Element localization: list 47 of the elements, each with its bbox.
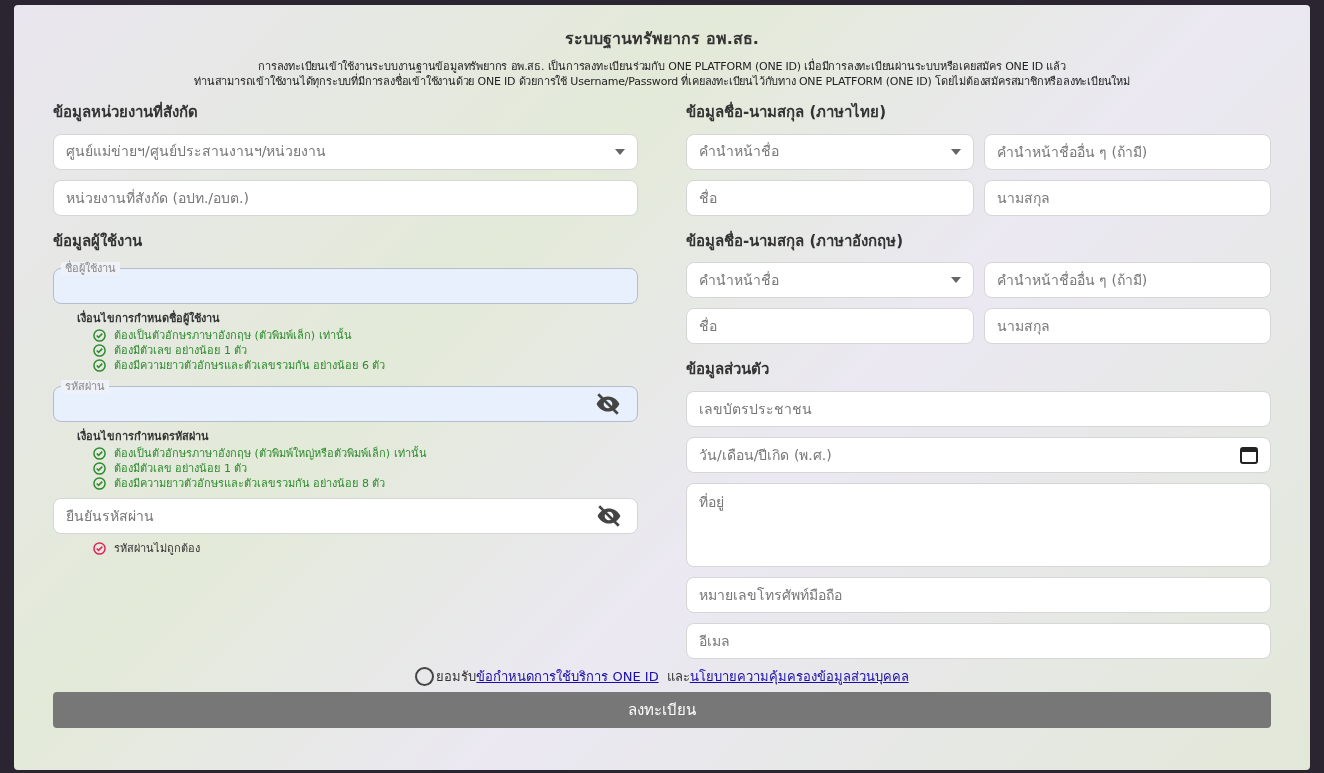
caret-icon (615, 148, 625, 155)
consent-text: ยอมรับ (436, 667, 477, 686)
section-heading: ข้อมูลผู้ใช้งาน (53, 230, 143, 252)
input-field[interactable]: อีเมล (686, 622, 1271, 659)
intro-text: ท่านสามารถเข้าใช้งานได้ทุกระบบที่มีการลงชื่อเข้าใช้งานด้วย ONE ID ด้วยการใช้ Username/Password ที่เคยลงทะเบียนไว้กับทาง ONE PLATFORM (ONE ID) โดยไม่ต้องสมัครสมาชิกหรือลงทะเบียนใหม่ (194, 74, 1130, 89)
rules-heading: เงื่อนไขการกำหนดรหัสผ่าน (77, 430, 210, 443)
section-heading: ข้อมูลชื่อ-นามสกุล (ภาษาไทย) (686, 101, 888, 124)
section-heading: ข้อมูลชื่อ-นามสกุล (ภาษาอังกฤษ) (686, 229, 905, 252)
floating-label: รหัสผ่าน (61, 380, 109, 394)
rule-text: ต้องเป็นตัวอักษรภาษาอังกฤษ (ตัวพิมพ์ใหญ่หรือตัวพิมพ์เล็ก) เท่านั้น (114, 447, 427, 460)
input-field[interactable]: เลขบัตรประชาชน (686, 390, 1271, 427)
consent-radio[interactable] (415, 666, 435, 686)
consent-text: และ (666, 667, 690, 684)
eye-slash-icon[interactable] (595, 393, 621, 415)
dropdown-field[interactable]: คำนำหน้าชื่อ (686, 262, 974, 298)
terms-link[interactable]: ข้อกำหนดการใช้บริการ ONE ID (476, 666, 659, 686)
rule-text: ต้องมีตัวเลข อย่างน้อย 1 ตัว (114, 462, 248, 475)
rule-text: ต้องมีความยาวตัวอักษรและตัวเลขรวมกัน อย่างน้อย 8 ตัว (114, 477, 386, 490)
rule-text: ต้องเป็นตัวอักษรภาษาอังกฤษ (ตัวพิมพ์เล็ก) เท่านั้น (114, 329, 352, 342)
dropdown-field[interactable]: คำนำหน้าชื่อ (686, 133, 974, 170)
input-field[interactable]: ชื่อ (686, 308, 974, 344)
caret-icon (950, 277, 961, 283)
address-field[interactable]: ที่อยู่ (686, 482, 1271, 567)
rule-text: รหัสผ่านไม่ถูกต้อง (114, 542, 200, 555)
input-field[interactable]: ชื่อ (686, 179, 974, 216)
date-field[interactable]: วัน/เดือน/ปีเกิด (พ.ศ.) (686, 436, 1271, 473)
intro-text: การลงทะเบียนเข้าใช้งานระบบงานฐานข้อมูลทรัพยากร อพ.สธ. เป็นการลงทะเบียนร่วมกับ ONE PLATFORM (ONE ID) เมื่อมีการลงทะเบียนผ่านระบบหรือเคยสมัคร ONE ID แล้ว (258, 59, 1066, 74)
password-field[interactable]: ยืนยันรหัสผ่าน (53, 498, 638, 534)
register-button[interactable]: ลงทะเบียน (53, 692, 1271, 728)
calendar-icon (1239, 444, 1259, 465)
input-field[interactable]: นามสกุล (983, 308, 1271, 344)
eye-slash-icon[interactable] (596, 505, 622, 527)
floating-label: ชื่อผู้ใช้งาน (61, 262, 120, 276)
input-field[interactable]: หน่วยงานที่สังกัด (อปท./อบต.) (53, 179, 638, 216)
caret-icon (950, 148, 961, 155)
rules-heading: เงื่อนไขการกำหนดชื่อผู้ใช้งาน (77, 312, 221, 325)
page-title: ระบบฐานทรัพยากร อพ.สธ. (564, 28, 760, 51)
privacy-policy-link[interactable]: นโยบายความคุ้มครองข้อมูลส่วนบุคคล (689, 666, 909, 686)
section-heading: ข้อมูลหน่วยงานที่สังกัด (53, 101, 199, 124)
rule-text: ต้องมีตัวเลข อย่างน้อย 1 ตัว (114, 344, 248, 357)
input-field[interactable]: คำนำหน้าชื่ออื่น ๆ (ถ้ามี) (983, 133, 1271, 170)
section-heading: ข้อมูลส่วนตัว (686, 359, 770, 381)
rule-text: ต้องมีความยาวตัวอักษรและตัวเลขรวมกัน อย่างน้อย 6 ตัว (114, 359, 386, 372)
input-field[interactable]: หมายเลขโทรศัพท์มือถือ (686, 576, 1271, 613)
input-field[interactable]: คำนำหน้าชื่ออื่น ๆ (ถ้ามี) (983, 262, 1271, 298)
dropdown-field[interactable]: ศูนย์แม่ข่ายฯ/ศูนย์ประสานงานฯ/หน่วยงาน (53, 133, 638, 170)
input-field[interactable]: นามสกุล (983, 179, 1271, 216)
